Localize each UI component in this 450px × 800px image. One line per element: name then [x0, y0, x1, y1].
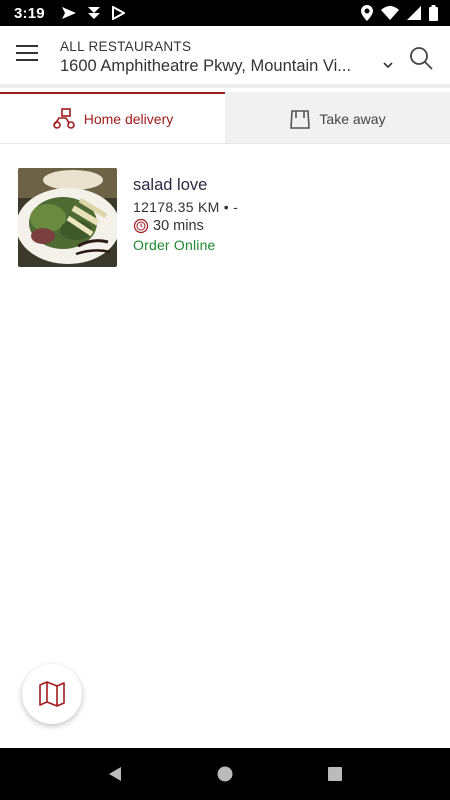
- system-nav-bar: [0, 748, 450, 800]
- map-icon: [39, 681, 65, 707]
- download-icon: [87, 7, 100, 19]
- send-icon: [61, 7, 76, 19]
- tab-take-away-label: Take away: [319, 110, 386, 127]
- order-type-tabs: Home delivery Take away: [0, 92, 450, 144]
- tab-home-delivery-label: Home delivery: [83, 110, 174, 127]
- chevron-down-icon[interactable]: [382, 60, 394, 70]
- map-view-button[interactable]: [22, 664, 82, 724]
- delivery-time: 30 mins: [153, 218, 204, 234]
- recents-button[interactable]: [320, 759, 350, 789]
- wifi-icon: [381, 6, 399, 20]
- battery-icon: [429, 5, 438, 21]
- order-online-status: Order Online: [133, 237, 216, 253]
- home-button[interactable]: [210, 759, 240, 789]
- restaurant-card[interactable]: salad love 12178.35 KM • - 30 mins Order…: [18, 168, 438, 268]
- address-selector[interactable]: 1600 Amphitheatre Pkwy, Mountain Vi...: [60, 57, 380, 76]
- status-time: 3:19: [14, 4, 45, 22]
- location-icon: [361, 5, 373, 21]
- timer-icon: [133, 218, 149, 234]
- restaurant-distance: 12178.35 KM • -: [133, 199, 239, 215]
- recents-icon: [328, 767, 342, 781]
- scooter-icon: [52, 107, 75, 129]
- status-bar: 3:19: [0, 0, 450, 26]
- search-icon[interactable]: [408, 45, 434, 71]
- tab-take-away[interactable]: Take away: [225, 92, 450, 143]
- hamburger-menu-icon[interactable]: [16, 45, 40, 65]
- delivery-time-row: 30 mins: [133, 218, 238, 234]
- page-title: ALL RESTAURANTS: [60, 39, 192, 54]
- home-icon: [217, 766, 233, 782]
- back-icon: [109, 767, 121, 781]
- tab-home-delivery[interactable]: Home delivery: [0, 92, 225, 143]
- back-button[interactable]: [100, 759, 130, 789]
- bag-icon: [290, 109, 311, 129]
- play-store-icon: [111, 6, 125, 20]
- signal-icon: [407, 6, 421, 20]
- restaurant-name: salad love: [133, 176, 208, 194]
- app-header: ALL RESTAURANTS 1600 Amphitheatre Pkwy, …: [0, 26, 450, 88]
- restaurant-image: [18, 168, 117, 267]
